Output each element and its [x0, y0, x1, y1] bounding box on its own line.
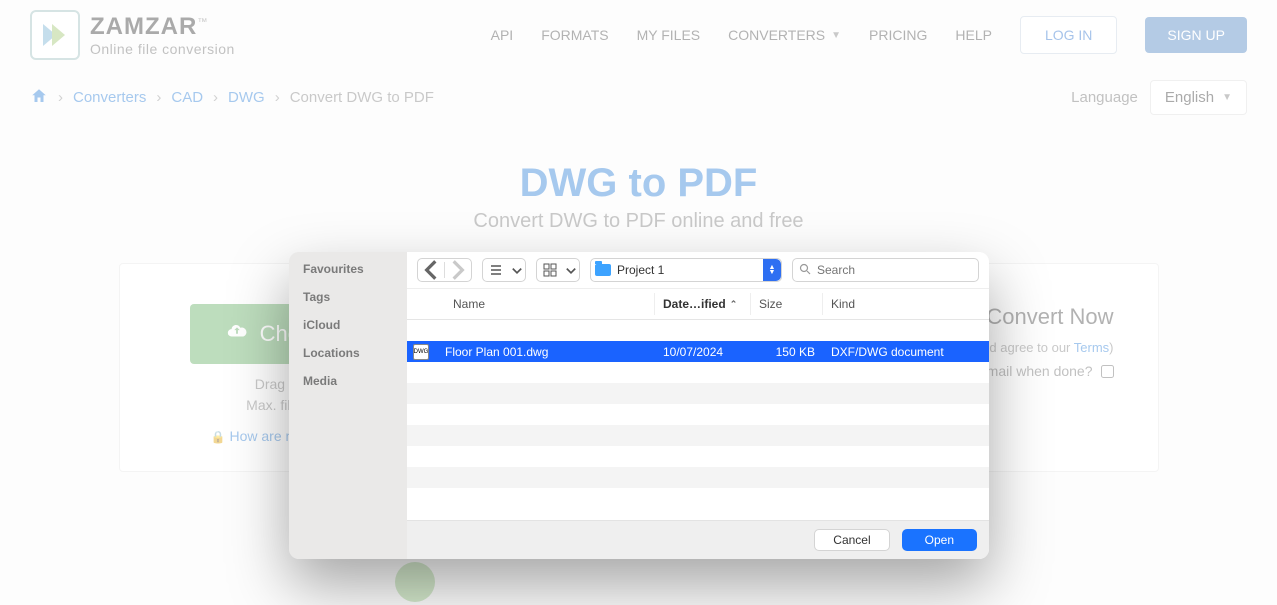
search-field[interactable] [792, 258, 979, 282]
file-open-dialog: Favourites Tags iCloud Locations Media [289, 252, 989, 559]
folder-icon [595, 264, 611, 276]
column-headers: Name Date…ified ⌃ Size Kind [407, 289, 989, 320]
dialog-toolbar: Project 1 ▲▼ [407, 252, 989, 289]
file-size: 150 KB [751, 345, 823, 359]
sidebar-locations[interactable]: Locations [303, 346, 393, 360]
file-kind: DXF/DWG document [823, 345, 989, 359]
group-mode [536, 258, 580, 282]
sidebar-favourites[interactable]: Favourites [303, 262, 393, 276]
open-button[interactable]: Open [902, 529, 977, 551]
file-name: Floor Plan 001.dwg [437, 345, 655, 359]
view-menu-button[interactable] [509, 259, 525, 281]
dialog-main: Project 1 ▲▼ Name Date…ified ⌃ Size Kind… [407, 252, 989, 559]
folder-name: Project 1 [617, 263, 664, 277]
cancel-button[interactable]: Cancel [814, 529, 889, 551]
file-date: 10/07/2024 [655, 345, 751, 359]
group-menu-button[interactable] [563, 259, 579, 281]
back-button[interactable] [418, 259, 444, 281]
col-name[interactable]: Name [407, 293, 655, 315]
view-mode [482, 258, 526, 282]
nav-back-forward [417, 258, 472, 282]
folder-path-dropdown[interactable]: Project 1 ▲▼ [590, 258, 782, 282]
search-input[interactable] [817, 263, 972, 277]
group-button[interactable] [537, 259, 563, 281]
list-view-button[interactable] [483, 259, 509, 281]
sidebar-media[interactable]: Media [303, 374, 393, 388]
sidebar-icloud[interactable]: iCloud [303, 318, 393, 332]
forward-button[interactable] [445, 259, 471, 281]
col-kind[interactable]: Kind [823, 293, 989, 315]
search-icon [799, 263, 811, 278]
dialog-sidebar: Favourites Tags iCloud Locations Media [289, 252, 407, 559]
file-list: DWG Floor Plan 001.dwg 10/07/2024 150 KB… [407, 320, 989, 520]
sort-asc-icon: ⌃ [730, 299, 738, 310]
col-size[interactable]: Size [751, 293, 823, 315]
updown-icon: ▲▼ [763, 259, 781, 281]
file-row[interactable]: DWG Floor Plan 001.dwg 10/07/2024 150 KB… [407, 341, 989, 362]
file-type-icon: DWG [407, 344, 437, 360]
dialog-footer: Cancel Open [407, 520, 989, 559]
sidebar-tags[interactable]: Tags [303, 290, 393, 304]
col-date[interactable]: Date…ified ⌃ [655, 293, 751, 315]
